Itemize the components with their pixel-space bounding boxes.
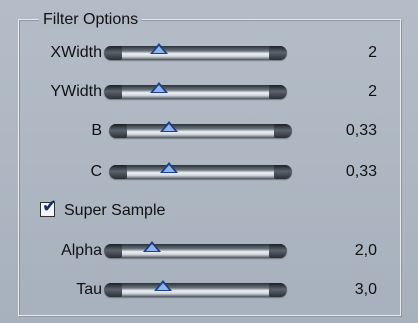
ywidth-label: YWidth <box>50 83 102 100</box>
b-value: 0,33 <box>345 122 377 139</box>
c-label: C <box>90 163 102 180</box>
ywidth-slider[interactable] <box>104 82 287 99</box>
xwidth-slider-thumb[interactable] <box>150 43 168 54</box>
super-sample-checkbox[interactable]: ✔ <box>40 197 57 217</box>
tau-value: 3,0 <box>354 281 377 298</box>
filter-options-title: Filter Options <box>39 10 143 30</box>
alpha-slider[interactable] <box>104 241 287 258</box>
ywidth-row: YWidth 2 <box>0 77 418 107</box>
alpha-label: Alpha <box>61 242 102 259</box>
ywidth-slider-thumb[interactable] <box>150 82 168 93</box>
tau-label: Tau <box>76 281 102 298</box>
b-label: B <box>91 122 102 139</box>
b-row: B 0,33 <box>0 116 418 146</box>
alpha-slider-thumb[interactable] <box>143 241 161 252</box>
xwidth-slider[interactable] <box>104 43 287 60</box>
c-row: C 0,33 <box>0 157 418 187</box>
checkmark-icon: ✔ <box>42 196 58 217</box>
c-slider-thumb[interactable] <box>160 162 178 173</box>
xwidth-row: XWidth 2 <box>0 38 418 68</box>
tau-row: Tau 3,0 <box>0 275 418 305</box>
alpha-row: Alpha 2,0 <box>0 236 418 266</box>
xwidth-value: 2 <box>368 44 377 61</box>
ywidth-value: 2 <box>368 83 377 100</box>
super-sample-option[interactable]: ✔ Super Sample <box>40 197 200 223</box>
alpha-value: 2,0 <box>354 242 377 259</box>
b-slider-thumb[interactable] <box>160 121 178 132</box>
super-sample-label: Super Sample <box>64 202 166 219</box>
c-value: 0,33 <box>345 163 377 180</box>
c-slider[interactable] <box>109 162 292 179</box>
tau-slider[interactable] <box>104 280 287 297</box>
tau-slider-thumb[interactable] <box>154 280 172 291</box>
b-slider[interactable] <box>109 121 292 138</box>
xwidth-label: XWidth <box>50 44 102 61</box>
